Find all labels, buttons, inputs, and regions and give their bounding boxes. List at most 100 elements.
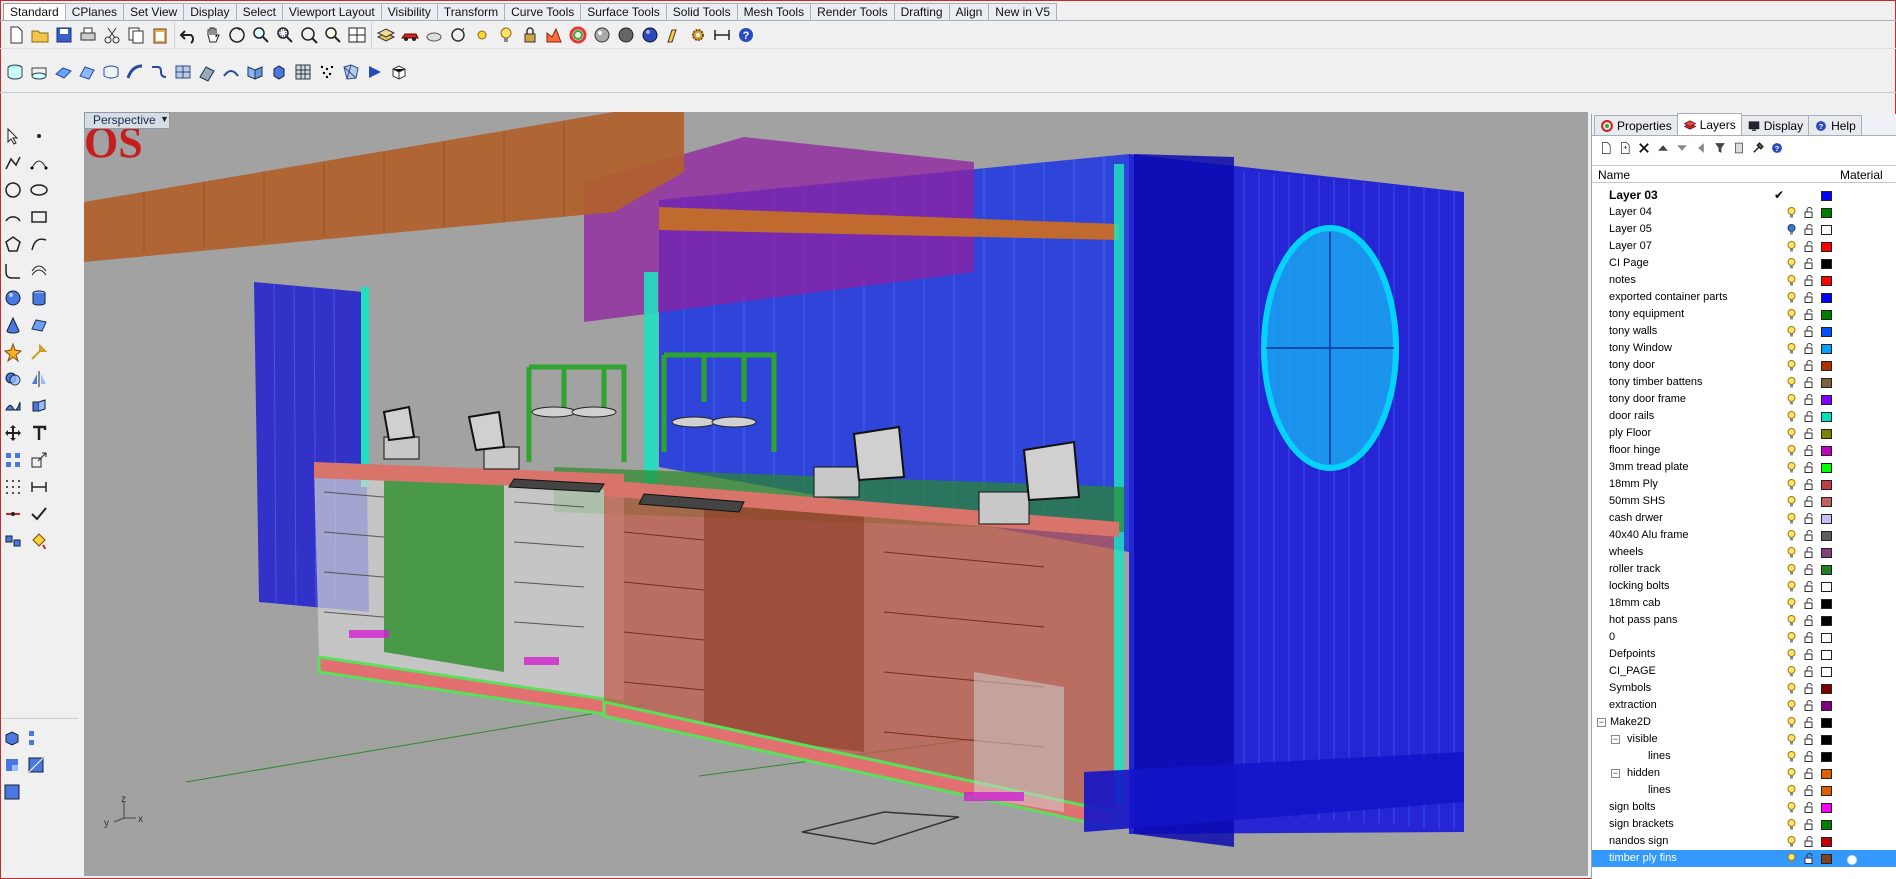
tab-drafting[interactable]: Drafting [893, 3, 950, 20]
open-file-icon[interactable] [28, 23, 52, 47]
layer-visibility-icon[interactable] [1787, 547, 1796, 558]
panel-tab-properties[interactable]: Properties [1594, 115, 1678, 135]
layer-visibility-icon[interactable] [1787, 632, 1796, 643]
layer-icon[interactable] [374, 23, 398, 47]
layer-visibility-icon[interactable] [1787, 428, 1796, 439]
layer-color-swatch[interactable] [1821, 667, 1832, 677]
layer-row[interactable]: 3mm tread plate [1592, 459, 1896, 476]
solid-box-icon[interactable] [387, 60, 411, 84]
arc-icon[interactable] [0, 203, 26, 230]
tab-solid-tools[interactable]: Solid Tools [665, 3, 738, 20]
layer-row[interactable]: tony equipment [1592, 306, 1896, 323]
layer-visibility-icon[interactable] [1787, 360, 1796, 371]
grid-icon[interactable] [291, 60, 315, 84]
layer-color-swatch[interactable] [1821, 225, 1832, 235]
layer-row[interactable]: cash drwer [1592, 510, 1896, 527]
layer-color-swatch[interactable] [1821, 786, 1832, 796]
layer-row[interactable]: door rails [1592, 408, 1896, 425]
box-icon[interactable] [267, 60, 291, 84]
layer-row[interactable]: Layer 04 [1592, 204, 1896, 221]
layer-visibility-icon[interactable] [1787, 496, 1796, 507]
tab-display[interactable]: Display [183, 3, 237, 20]
layer-color-swatch[interactable] [1821, 259, 1832, 269]
frame-icon[interactable] [24, 753, 48, 777]
delete-icon[interactable] [1634, 139, 1653, 157]
layer-lock-icon[interactable] [1804, 768, 1814, 779]
tab-mesh-tools[interactable]: Mesh Tools [736, 3, 812, 20]
layer-lock-icon[interactable] [1804, 479, 1814, 490]
new-file-icon[interactable] [4, 23, 28, 47]
rendered-sphere-icon[interactable] [590, 23, 614, 47]
layer-color-swatch[interactable] [1821, 446, 1832, 456]
layer-visibility-icon[interactable] [1787, 445, 1796, 456]
layer-color-swatch[interactable] [1821, 565, 1832, 575]
layer-visibility-off-icon[interactable] [1787, 224, 1796, 235]
sweep-icon[interactable] [123, 60, 147, 84]
layer-row[interactable]: Defpoints [1592, 646, 1896, 663]
layer-lock-icon[interactable] [1804, 360, 1814, 371]
layer-row[interactable]: floor hinge [1592, 442, 1896, 459]
layer-visibility-icon[interactable] [1787, 530, 1796, 541]
tab-select[interactable]: Select [235, 3, 283, 20]
layer-color-swatch[interactable] [1821, 650, 1832, 660]
new-sublayer-icon[interactable] [1615, 139, 1634, 157]
layer-visibility-icon[interactable] [1787, 207, 1796, 218]
layer-lock-icon[interactable] [1804, 547, 1814, 558]
layer-lock-icon[interactable] [1804, 377, 1814, 388]
lock-icon[interactable] [518, 23, 542, 47]
collapse-toggle-icon[interactable]: − [1611, 769, 1620, 778]
layer-color-swatch[interactable] [1821, 480, 1832, 490]
dimension-icon[interactable] [710, 23, 734, 47]
loft-icon[interactable] [99, 60, 123, 84]
layer-color-swatch[interactable] [1821, 276, 1832, 286]
layer-color-swatch[interactable] [1821, 327, 1832, 337]
solid-cube-icon[interactable] [0, 726, 24, 750]
layer-row[interactable]: timber ply fins [1592, 850, 1896, 867]
layer-row[interactable]: 18mm cab [1592, 595, 1896, 612]
layer-row[interactable]: tony timber battens [1592, 374, 1896, 391]
layer-lock-icon[interactable] [1804, 343, 1814, 354]
layer-visibility-icon[interactable] [1787, 326, 1796, 337]
layer-lock-icon[interactable] [1804, 292, 1814, 303]
layer-color-swatch[interactable] [1821, 378, 1832, 388]
layer-color-swatch[interactable] [1821, 752, 1832, 762]
perspective-viewport[interactable]: OS z x y [84, 112, 1588, 876]
tab-render-tools[interactable]: Render Tools [810, 3, 895, 20]
analysis-icon[interactable] [542, 23, 566, 47]
layer-visibility-icon[interactable] [1787, 479, 1796, 490]
layer-visibility-icon[interactable] [1787, 462, 1796, 473]
layer-visibility-icon[interactable] [1787, 768, 1796, 779]
layer-row[interactable]: − hidden [1592, 765, 1896, 782]
layer-visibility-icon[interactable] [1787, 615, 1796, 626]
layer-color-swatch[interactable] [1821, 429, 1832, 439]
tab-standard[interactable]: Standard [3, 3, 66, 20]
layer-row[interactable]: CI Page [1592, 255, 1896, 272]
layer-color-swatch[interactable] [1821, 344, 1832, 354]
model-scene[interactable]: OS z x y [84, 112, 1588, 876]
layer-lock-icon[interactable] [1804, 632, 1814, 643]
layer-row[interactable]: hot pass pans [1592, 612, 1896, 629]
help-icon[interactable]: ? [734, 23, 758, 47]
layer-color-swatch[interactable] [1821, 293, 1832, 303]
settings-gear-icon[interactable] [686, 23, 710, 47]
tab-curve-tools[interactable]: Curve Tools [504, 3, 582, 20]
layer-visibility-icon[interactable] [1787, 666, 1796, 677]
undo-icon[interactable] [177, 23, 201, 47]
layer-lock-icon[interactable] [1804, 207, 1814, 218]
layer-visibility-icon[interactable] [1787, 751, 1796, 762]
layer-lock-icon[interactable] [1804, 326, 1814, 337]
extrude-icon[interactable] [26, 392, 52, 419]
network-surface-icon[interactable] [171, 60, 195, 84]
dots-icon[interactable] [0, 753, 24, 777]
layer-color-swatch[interactable] [1821, 769, 1832, 779]
layer-row[interactable]: CI_PAGE [1592, 663, 1896, 680]
layer-row[interactable]: Symbols [1592, 680, 1896, 697]
layer-color-swatch[interactable] [1821, 395, 1832, 405]
help-icon[interactable]: ? [1767, 139, 1786, 157]
zoom-window-icon[interactable] [273, 23, 297, 47]
layer-row[interactable]: tony Window [1592, 340, 1896, 357]
point-cloud-icon[interactable] [315, 60, 339, 84]
arrow-pick-icon[interactable] [26, 338, 52, 365]
tab-cplanes[interactable]: CPlanes [64, 3, 125, 20]
fillet-icon[interactable] [0, 257, 26, 284]
